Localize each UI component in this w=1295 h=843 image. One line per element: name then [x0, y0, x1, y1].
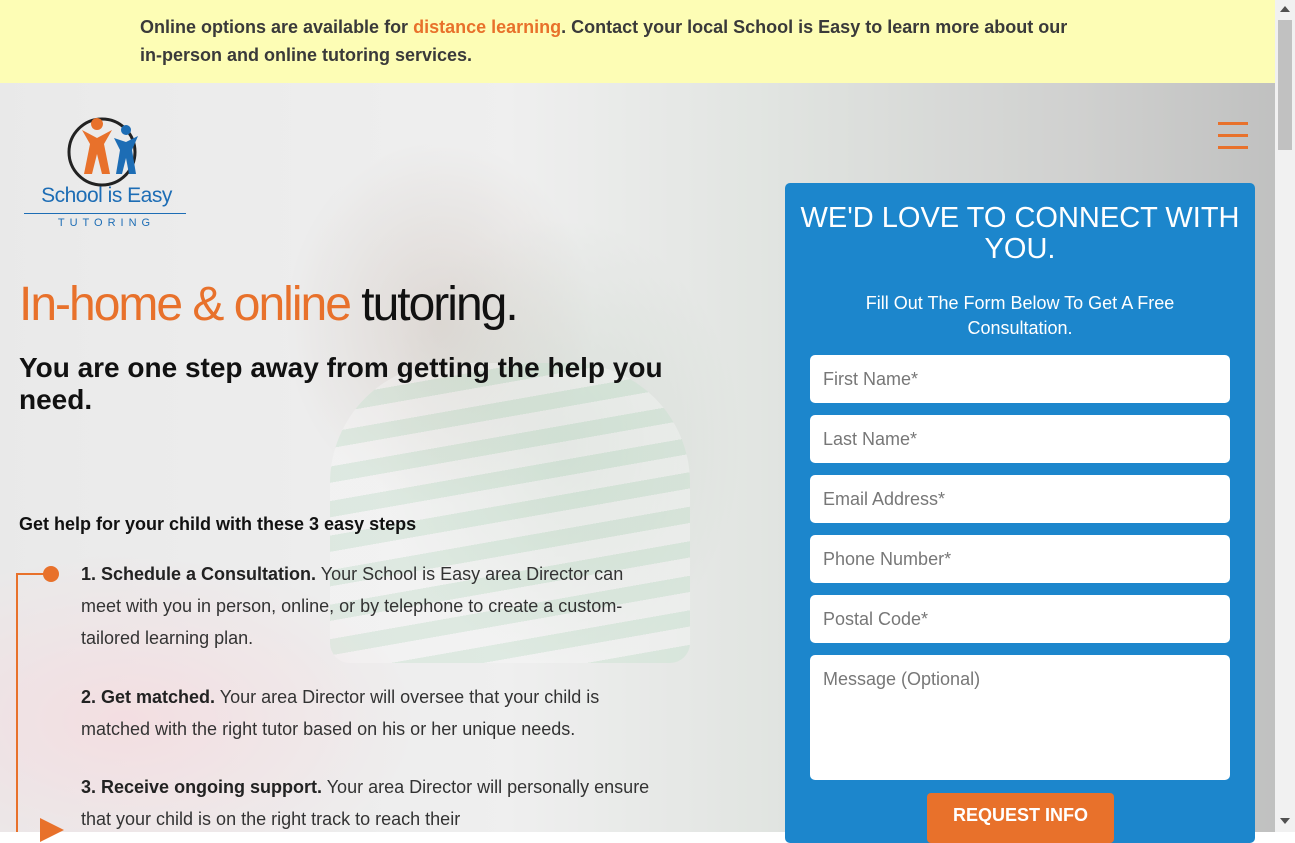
form-subtitle: Fill Out The Form Below To Get A Free Co… [865, 293, 1175, 338]
contact-form: WE'D LOVE TO CONNECT WITH YOU. Fill Out … [785, 183, 1255, 843]
school-is-easy-logo[interactable]: School is Easy TUTORING [24, 108, 189, 236]
phone-field[interactable] [810, 535, 1230, 583]
hero-title: In-home & online tutoring. [19, 277, 519, 332]
logo-figures-icon [67, 117, 138, 187]
hamburger-menu-icon[interactable] [1215, 119, 1253, 153]
hero-title-dark: tutoring. [349, 278, 518, 331]
step-item-1: 1. Schedule a Consultation. Your School … [81, 558, 651, 654]
first-name-field[interactable] [810, 355, 1230, 403]
announcement-banner: Online options are available for distanc… [0, 0, 1275, 83]
banner-text-before: Online options are available for [140, 17, 414, 37]
vertical-scrollbar[interactable] [1275, 0, 1295, 832]
form-title: WE'D LOVE TO CONNECT WITH YOU. [800, 202, 1240, 265]
hero-subtitle: You are one step away from getting the h… [19, 352, 663, 415]
scrollbar-thumb[interactable] [1278, 20, 1292, 150]
scroll-down-icon[interactable] [1280, 818, 1290, 824]
steps-title: Get help for your child with these 3 eas… [19, 514, 417, 534]
timeline-arrow-icon [40, 818, 64, 842]
distance-learning-link[interactable]: distance learning [413, 17, 561, 37]
hero-title-orange: In-home & online [19, 278, 352, 331]
logo-name: School is Easy [41, 184, 172, 207]
timeline-dot [43, 566, 59, 582]
step-item-2: 2. Get matched. Your area Director will … [81, 681, 651, 745]
banner-text: Online options are available for distanc… [140, 13, 1090, 69]
step-3-heading: 3. Receive ongoing support. [81, 777, 323, 797]
logo-subtitle: TUTORING [57, 217, 156, 229]
step-1-heading: 1. Schedule a Consultation. [81, 564, 317, 584]
last-name-field[interactable] [810, 415, 1230, 463]
scroll-up-icon[interactable] [1280, 6, 1290, 12]
email-field[interactable] [810, 475, 1230, 523]
timeline-line [16, 573, 18, 832]
step-2-heading: 2. Get matched. [81, 687, 216, 707]
request-info-button[interactable]: REQUEST INFO [927, 793, 1114, 843]
step-item-3: 3. Receive ongoing support. Your area Di… [81, 771, 651, 835]
timeline-connector [16, 573, 46, 575]
logo-divider [24, 213, 186, 214]
message-field[interactable] [810, 655, 1230, 780]
postal-code-field[interactable] [810, 595, 1230, 643]
